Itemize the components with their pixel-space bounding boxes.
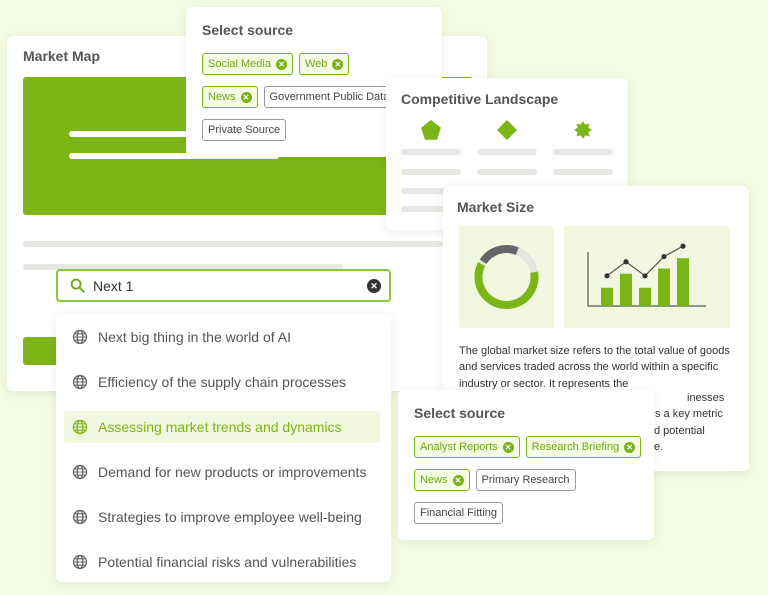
chip-label: Research Briefing xyxy=(531,441,620,453)
description-fragment: inesses xyxy=(687,392,725,404)
chip-news[interactable]: News ✕ xyxy=(202,86,258,108)
placeholder-line xyxy=(553,149,613,155)
suggestion-item[interactable]: Strategies to improve employee well-bein… xyxy=(64,501,380,533)
donut-value-arc xyxy=(474,245,539,309)
suggestion-label: Strategies to improve employee well-bein… xyxy=(98,509,362,525)
globe-icon xyxy=(72,464,88,480)
chip-private-source[interactable]: Private Source xyxy=(202,119,287,141)
placeholder-line xyxy=(401,206,446,212)
market-map-title: Market Map xyxy=(23,48,101,64)
chip-row: Private Source xyxy=(202,119,287,141)
select-source-title: Select source xyxy=(414,405,506,421)
chip-label: Financial Fitting xyxy=(420,507,498,519)
chip-label: News xyxy=(208,91,236,103)
chip-row: News ✕ Government Public Data xyxy=(202,86,396,108)
chip-news[interactable]: News ✕ xyxy=(414,469,470,491)
chip-row: Financial Fitting xyxy=(414,502,504,524)
pentagon-icon xyxy=(421,120,441,140)
suggestion-item[interactable]: Assessing market trends and dynamics xyxy=(64,411,380,443)
globe-icon xyxy=(72,329,88,345)
chip-label: Primary Research xyxy=(481,474,570,486)
bar-chart-panel xyxy=(564,226,730,328)
suggestions-dropdown: Next big thing in the world of AI Efficie… xyxy=(56,314,391,582)
description-fragment: d potential xyxy=(654,425,705,437)
close-icon[interactable]: ✕ xyxy=(624,441,636,453)
chart-point xyxy=(623,259,629,265)
chart-point xyxy=(680,243,686,249)
close-icon[interactable]: ✕ xyxy=(502,441,514,453)
chip-social-media[interactable]: Social Media ✕ xyxy=(202,53,293,75)
chip-label: Social Media xyxy=(208,58,271,70)
chart-bar xyxy=(658,268,670,306)
bar-line-chart xyxy=(587,243,706,307)
placeholder-line xyxy=(401,149,461,155)
placeholder-line xyxy=(477,149,537,155)
chip-web[interactable]: Web ✕ xyxy=(298,53,350,75)
suggestion-item[interactable]: Potential financial risks and vulnerabil… xyxy=(64,546,380,578)
description-fragment: e. xyxy=(654,441,664,453)
market-size-description: The global market size refers to the tot… xyxy=(459,345,730,390)
select-source-title: Select source xyxy=(202,22,294,38)
globe-icon xyxy=(72,419,88,435)
close-icon[interactable]: ✕ xyxy=(275,58,287,70)
suggestion-label: Potential financial risks and vulnerabil… xyxy=(98,554,357,570)
chart-trend-line xyxy=(606,245,684,277)
suggestion-label: Next big thing in the world of AI xyxy=(98,329,291,345)
chip-government-public-data[interactable]: Government Public Data xyxy=(263,86,396,108)
chart-point xyxy=(661,253,667,260)
clear-icon[interactable]: ✕ xyxy=(367,279,381,293)
chip-row: News ✕ Primary Research xyxy=(414,469,576,491)
placeholder-line xyxy=(553,169,613,175)
donut-chart xyxy=(474,245,539,309)
chip-label: Web xyxy=(304,58,328,70)
description-fragment: s a key metric xyxy=(655,408,723,420)
select-source-card-bottom: Select source Analyst Reports ✕ Research … xyxy=(398,390,654,540)
search-icon xyxy=(70,278,85,293)
suggestion-label: Assessing market trends and dynamics xyxy=(98,419,342,435)
chip-label: Government Public Data xyxy=(269,91,390,103)
globe-icon xyxy=(72,509,88,525)
competitive-landscape-title: Competitive Landscape xyxy=(401,91,559,107)
chip-label: Private Source xyxy=(208,124,281,136)
globe-icon xyxy=(72,374,88,390)
search-input-value: Next 1 xyxy=(93,277,134,294)
chart-bar xyxy=(601,287,613,306)
diamond-icon xyxy=(497,120,517,140)
chart-bar xyxy=(620,273,632,306)
donut-chart-panel xyxy=(459,226,554,328)
suggestion-item[interactable]: Demand for new products or improvements xyxy=(64,456,380,488)
chip-analyst-reports[interactable]: Analyst Reports ✕ xyxy=(414,436,520,458)
market-size-title: Market Size xyxy=(457,199,535,215)
chart-point xyxy=(604,273,610,279)
close-icon[interactable]: ✕ xyxy=(240,91,252,103)
chip-research-briefing[interactable]: Research Briefing ✕ xyxy=(525,436,642,458)
close-icon[interactable]: ✕ xyxy=(452,474,464,486)
chart-bar xyxy=(639,287,651,306)
placeholder-line xyxy=(23,241,443,247)
suggestion-label: Demand for new products or improvements xyxy=(98,464,367,480)
suggestion-label: Efficiency of the supply chain processes xyxy=(98,374,346,390)
chart-point xyxy=(642,273,648,279)
chart-bar xyxy=(677,258,689,306)
suggestion-item[interactable]: Efficiency of the supply chain processes xyxy=(64,366,380,398)
close-icon[interactable]: ✕ xyxy=(332,58,344,70)
placeholder-line xyxy=(401,188,446,194)
chip-financial-fitting[interactable]: Financial Fitting xyxy=(414,502,504,524)
chip-primary-research[interactable]: Primary Research xyxy=(475,469,576,491)
placeholder-line xyxy=(477,169,537,175)
badge-icon xyxy=(574,121,592,139)
suggestion-item[interactable]: Next big thing in the world of AI xyxy=(64,321,380,353)
globe-icon xyxy=(72,554,88,570)
chip-row: Analyst Reports ✕ Research Briefing ✕ xyxy=(414,436,642,458)
chip-label: Analyst Reports xyxy=(420,441,498,453)
search-input[interactable]: Next 1 ✕ xyxy=(56,269,391,302)
placeholder-line xyxy=(401,169,461,175)
chip-label: News xyxy=(420,474,448,486)
chip-row: Social Media ✕ Web ✕ xyxy=(202,53,350,75)
